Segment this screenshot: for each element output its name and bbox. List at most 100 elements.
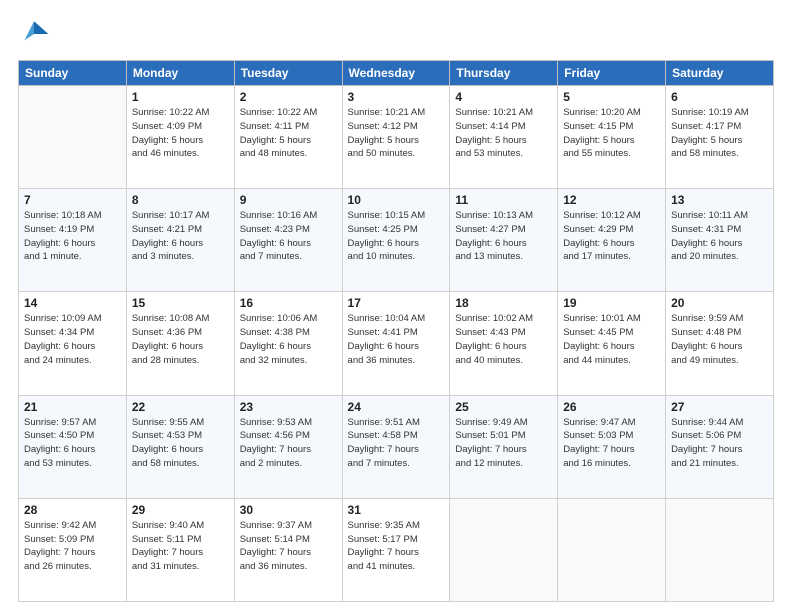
day-info: Sunrise: 10:01 AM Sunset: 4:45 PM Daylig… [563, 312, 660, 367]
day-info: Sunrise: 9:55 AM Sunset: 4:53 PM Dayligh… [132, 416, 229, 471]
day-info: Sunrise: 10:06 AM Sunset: 4:38 PM Daylig… [240, 312, 337, 367]
day-number: 25 [455, 400, 552, 414]
day-info: Sunrise: 10:22 AM Sunset: 4:09 PM Daylig… [132, 106, 229, 161]
calendar-cell [666, 498, 774, 601]
day-info: Sunrise: 9:40 AM Sunset: 5:11 PM Dayligh… [132, 519, 229, 574]
weekday-header: Friday [558, 61, 666, 86]
day-number: 13 [671, 193, 768, 207]
calendar-cell: 7 Sunrise: 10:18 AM Sunset: 4:19 PM Dayli… [19, 189, 127, 292]
calendar-cell: 9 Sunrise: 10:16 AM Sunset: 4:23 PM Dayli… [234, 189, 342, 292]
calendar-cell: 1 Sunrise: 10:22 AM Sunset: 4:09 PM Dayli… [126, 86, 234, 189]
day-number: 3 [348, 90, 445, 104]
calendar-week-row: 21 Sunrise: 9:57 AM Sunset: 4:50 PM Dayli… [19, 395, 774, 498]
calendar-cell: 27 Sunrise: 9:44 AM Sunset: 5:06 PM Dayli… [666, 395, 774, 498]
calendar-cell [450, 498, 558, 601]
day-number: 22 [132, 400, 229, 414]
day-info: Sunrise: 9:42 AM Sunset: 5:09 PM Dayligh… [24, 519, 121, 574]
calendar-cell: 18Sunrise: 10:02 AM Sunset: 4:43 PM Dayl… [450, 292, 558, 395]
calendar-cell: 31 Sunrise: 9:35 AM Sunset: 5:17 PM Dayli… [342, 498, 450, 601]
day-number: 11 [455, 193, 552, 207]
day-number: 31 [348, 503, 445, 517]
day-number: 5 [563, 90, 660, 104]
weekday-header: Sunday [19, 61, 127, 86]
day-info: Sunrise: 9:57 AM Sunset: 4:50 PM Dayligh… [24, 416, 121, 471]
calendar-cell: 29 Sunrise: 9:40 AM Sunset: 5:11 PM Dayli… [126, 498, 234, 601]
day-info: Sunrise: 10:08 AM Sunset: 4:36 PM Daylig… [132, 312, 229, 367]
day-info: Sunrise: 10:16 AM Sunset: 4:23 PM Daylig… [240, 209, 337, 264]
calendar-cell: 20Sunrise: 9:59 AM Sunset: 4:48 PM Dayli… [666, 292, 774, 395]
calendar-cell: 8 Sunrise: 10:17 AM Sunset: 4:21 PM Dayli… [126, 189, 234, 292]
calendar-cell: 2 Sunrise: 10:22 AM Sunset: 4:11 PM Dayli… [234, 86, 342, 189]
calendar-body: 1 Sunrise: 10:22 AM Sunset: 4:09 PM Dayli… [19, 86, 774, 602]
day-number: 29 [132, 503, 229, 517]
calendar-cell: 24 Sunrise: 9:51 AM Sunset: 4:58 PM Dayli… [342, 395, 450, 498]
day-number: 1 [132, 90, 229, 104]
weekday-header: Thursday [450, 61, 558, 86]
day-number: 12 [563, 193, 660, 207]
logo [18, 18, 54, 50]
calendar-cell: 14 Sunrise: 10:09 AM Sunset: 4:34 PM Dayl… [19, 292, 127, 395]
day-info: Sunrise: 10:17 AM Sunset: 4:21 PM Daylig… [132, 209, 229, 264]
day-number: 27 [671, 400, 768, 414]
day-number: 17 [348, 296, 445, 310]
day-number: 21 [24, 400, 121, 414]
calendar-cell: 13 Sunrise: 10:11 AM Sunset: 4:31 PM Dayl… [666, 189, 774, 292]
day-number: 16 [240, 296, 337, 310]
header [18, 18, 774, 50]
day-number: 30 [240, 503, 337, 517]
calendar-cell: 6Sunrise: 10:19 AM Sunset: 4:17 PM Dayli… [666, 86, 774, 189]
day-info: Sunrise: 10:09 AM Sunset: 4:34 PM Daylig… [24, 312, 121, 367]
day-info: Sunrise: 10:18 AM Sunset: 4:19 PM Daylig… [24, 209, 121, 264]
calendar-week-row: 14 Sunrise: 10:09 AM Sunset: 4:34 PM Dayl… [19, 292, 774, 395]
day-number: 14 [24, 296, 121, 310]
calendar-week-row: 28 Sunrise: 9:42 AM Sunset: 5:09 PM Dayli… [19, 498, 774, 601]
calendar-cell: 28 Sunrise: 9:42 AM Sunset: 5:09 PM Dayli… [19, 498, 127, 601]
day-info: Sunrise: 9:37 AM Sunset: 5:14 PM Dayligh… [240, 519, 337, 574]
day-info: Sunrise: 10:11 AM Sunset: 4:31 PM Daylig… [671, 209, 768, 264]
day-number: 4 [455, 90, 552, 104]
calendar-cell: 15Sunrise: 10:08 AM Sunset: 4:36 PM Dayl… [126, 292, 234, 395]
day-number: 24 [348, 400, 445, 414]
day-info: Sunrise: 9:53 AM Sunset: 4:56 PM Dayligh… [240, 416, 337, 471]
day-info: Sunrise: 9:44 AM Sunset: 5:06 PM Dayligh… [671, 416, 768, 471]
weekday-header: Tuesday [234, 61, 342, 86]
logo-icon [18, 18, 50, 50]
day-info: Sunrise: 10:12 AM Sunset: 4:29 PM Daylig… [563, 209, 660, 264]
day-number: 7 [24, 193, 121, 207]
day-number: 28 [24, 503, 121, 517]
calendar-cell: 17Sunrise: 10:04 AM Sunset: 4:41 PM Dayl… [342, 292, 450, 395]
calendar-cell: 22 Sunrise: 9:55 AM Sunset: 4:53 PM Dayli… [126, 395, 234, 498]
calendar-cell: 10 Sunrise: 10:15 AM Sunset: 4:25 PM Dayl… [342, 189, 450, 292]
day-number: 10 [348, 193, 445, 207]
day-number: 18 [455, 296, 552, 310]
day-number: 9 [240, 193, 337, 207]
calendar-cell: 11 Sunrise: 10:13 AM Sunset: 4:27 PM Dayl… [450, 189, 558, 292]
calendar-cell [558, 498, 666, 601]
day-info: Sunrise: 10:15 AM Sunset: 4:25 PM Daylig… [348, 209, 445, 264]
calendar-week-row: 1 Sunrise: 10:22 AM Sunset: 4:09 PM Dayli… [19, 86, 774, 189]
calendar-cell: 16 Sunrise: 10:06 AM Sunset: 4:38 PM Dayl… [234, 292, 342, 395]
calendar-cell: 19 Sunrise: 10:01 AM Sunset: 4:45 PM Dayl… [558, 292, 666, 395]
day-number: 26 [563, 400, 660, 414]
calendar-cell: 3 Sunrise: 10:21 AM Sunset: 4:12 PM Dayli… [342, 86, 450, 189]
calendar-cell: 21 Sunrise: 9:57 AM Sunset: 4:50 PM Dayli… [19, 395, 127, 498]
calendar-header: SundayMondayTuesdayWednesdayThursdayFrid… [19, 61, 774, 86]
day-info: Sunrise: 9:49 AM Sunset: 5:01 PM Dayligh… [455, 416, 552, 471]
weekday-header: Wednesday [342, 61, 450, 86]
day-info: Sunrise: 9:59 AM Sunset: 4:48 PM Dayligh… [671, 312, 768, 367]
weekday-row: SundayMondayTuesdayWednesdayThursdayFrid… [19, 61, 774, 86]
calendar-cell: 26 Sunrise: 9:47 AM Sunset: 5:03 PM Dayli… [558, 395, 666, 498]
calendar-week-row: 7 Sunrise: 10:18 AM Sunset: 4:19 PM Dayli… [19, 189, 774, 292]
day-info: Sunrise: 9:51 AM Sunset: 4:58 PM Dayligh… [348, 416, 445, 471]
day-number: 8 [132, 193, 229, 207]
weekday-header: Saturday [666, 61, 774, 86]
calendar-cell: 25 Sunrise: 9:49 AM Sunset: 5:01 PM Dayli… [450, 395, 558, 498]
day-info: Sunrise: 9:47 AM Sunset: 5:03 PM Dayligh… [563, 416, 660, 471]
day-info: Sunrise: 10:21 AM Sunset: 4:12 PM Daylig… [348, 106, 445, 161]
day-info: Sunrise: 9:35 AM Sunset: 5:17 PM Dayligh… [348, 519, 445, 574]
day-info: Sunrise: 10:22 AM Sunset: 4:11 PM Daylig… [240, 106, 337, 161]
day-info: Sunrise: 10:13 AM Sunset: 4:27 PM Daylig… [455, 209, 552, 264]
day-number: 19 [563, 296, 660, 310]
day-info: Sunrise: 10:20 AM Sunset: 4:15 PM Daylig… [563, 106, 660, 161]
day-number: 2 [240, 90, 337, 104]
